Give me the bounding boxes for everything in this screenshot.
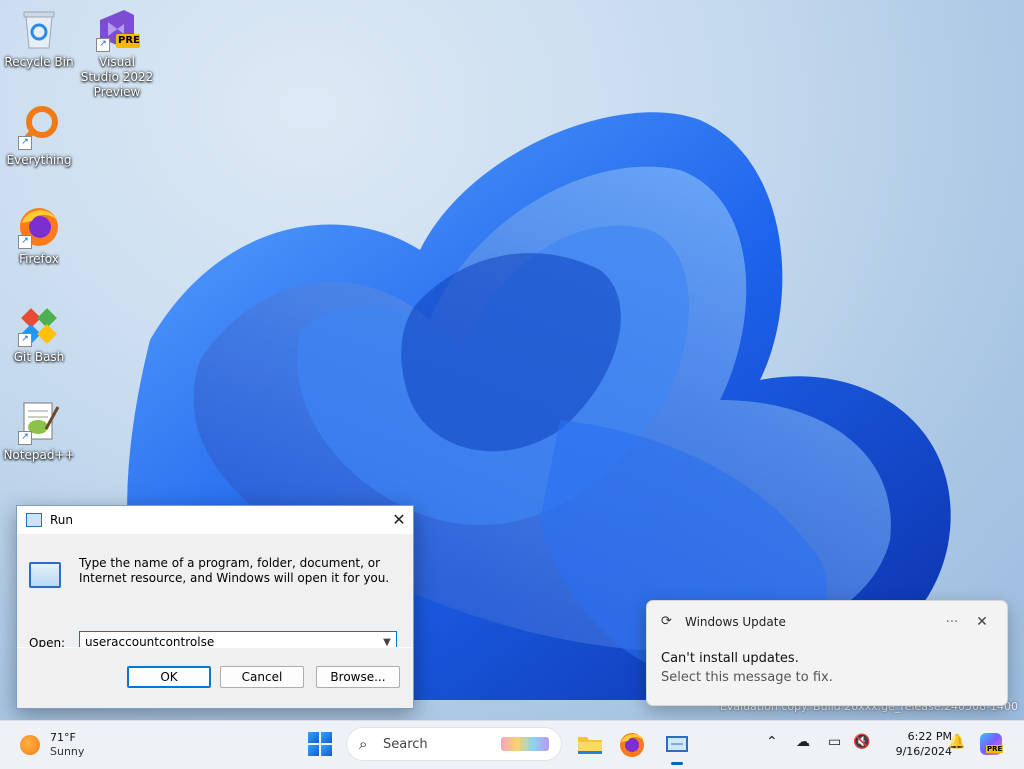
recycle-bin-icon — [16, 6, 62, 52]
desktop-icon-notepad-plus-plus[interactable]: ↗ Notepad++ — [1, 399, 77, 463]
taskbar-search[interactable]: ⌕ Search — [346, 727, 562, 761]
onedrive-offline-icon[interactable]: ☁ — [796, 734, 810, 750]
shortcut-arrow-icon: ↗ — [18, 235, 32, 249]
start-button[interactable] — [308, 732, 332, 756]
run-icon — [666, 736, 688, 752]
ok-button[interactable]: OK — [127, 666, 211, 688]
file-explorer-taskbar-button[interactable] — [575, 729, 605, 759]
desktop-icon-visual-studio[interactable]: PRE ↗ Visual Studio 2022 Preview — [79, 6, 155, 100]
copilot-pre-badge: PRE — [986, 745, 1004, 753]
desktop-icon-git-bash[interactable]: ↗ Git Bash — [1, 301, 77, 365]
firefox-taskbar-button[interactable] — [617, 729, 647, 759]
shortcut-arrow-icon: ↗ — [18, 431, 32, 445]
pre-badge: PRE — [118, 35, 140, 46]
windows-logo-tile — [321, 732, 332, 743]
desktop-icon-label: Firefox — [19, 252, 59, 266]
desktop-icon-recycle-bin[interactable]: Recycle Bin — [1, 6, 77, 70]
weather-condition: Sunny — [50, 745, 85, 758]
run-dialog[interactable]: Run ✕ Type the name of a program, folder… — [16, 505, 414, 709]
git-bash-icon: ↗ — [16, 301, 62, 347]
windows-logo-tile — [308, 732, 319, 743]
chevron-down-icon[interactable]: ▼ — [378, 637, 396, 648]
search-highlight-icon — [501, 737, 549, 751]
network-icon[interactable]: ▭ — [828, 734, 841, 750]
toast-close-button[interactable]: ✕ — [967, 614, 997, 630]
run-icon — [26, 513, 42, 527]
chevron-up-icon[interactable]: ⌃ — [766, 734, 778, 750]
desktop-icon-label: Recycle Bin — [4, 55, 74, 69]
windows-update-notification[interactable]: ⟳ Windows Update ··· ✕ Can't install upd… — [646, 600, 1008, 706]
windows-logo-tile — [308, 745, 319, 756]
run-titlebar[interactable]: Run ✕ — [17, 506, 413, 534]
weather-widget[interactable]: 71°F Sunny — [20, 731, 84, 759]
toast-app-name: Windows Update — [685, 615, 786, 629]
windows-logo-tile — [321, 745, 332, 756]
run-body: Type the name of a program, folder, docu… — [17, 534, 413, 708]
close-button[interactable]: ✕ — [385, 506, 413, 534]
everything-search-icon: ↗ — [16, 104, 62, 150]
firefox-icon: ↗ — [16, 203, 62, 249]
notepad-plus-plus-icon: ↗ — [16, 399, 62, 445]
sun-icon — [20, 735, 40, 755]
desktop-icon-everything[interactable]: ↗ Everything — [1, 104, 77, 168]
search-icon: ⌕ — [359, 735, 368, 753]
run-program-icon — [29, 562, 61, 588]
desktop-icon-label: Git Bash — [13, 350, 65, 364]
browse-button[interactable]: Browse... — [316, 666, 400, 688]
desktop-icon-firefox[interactable]: ↗ Firefox — [1, 203, 77, 267]
run-taskbar-button[interactable] — [662, 729, 692, 765]
clock-date: 9/16/2024 — [895, 745, 952, 758]
desktop-icon-label: Visual Studio 2022 Preview — [80, 55, 154, 99]
cancel-button[interactable]: Cancel — [220, 666, 304, 688]
desktop-icon-label: Everything — [6, 153, 72, 167]
shortcut-arrow-icon: ↗ — [18, 136, 32, 150]
folder-icon — [578, 737, 602, 754]
visual-studio-icon: PRE ↗ — [94, 6, 140, 52]
clock-time: 6:22 PM — [907, 730, 952, 743]
more-options-button[interactable]: ··· — [937, 615, 967, 630]
search-placeholder: Search — [383, 736, 428, 752]
taskbar: 71°F Sunny ⌕ Search ⌃ ☁ ▭ 🔇 6:22 PM 9/16… — [0, 720, 1024, 769]
run-title: Run — [50, 513, 74, 527]
run-description: Type the name of a program, folder, docu… — [79, 556, 390, 585]
sync-icon: ⟳ — [661, 614, 672, 629]
toast-submessage: Select this message to fix. — [661, 670, 833, 685]
shortcut-arrow-icon: ↗ — [18, 333, 32, 347]
volume-muted-icon[interactable]: 🔇 — [853, 734, 870, 750]
notification-bell-icon[interactable]: 🔔 — [948, 734, 965, 750]
taskbar-clock[interactable]: 6:22 PM 9/16/2024 — [872, 729, 952, 759]
copilot-icon[interactable]: PRE — [980, 733, 1004, 755]
shortcut-arrow-icon: ↗ — [96, 38, 110, 52]
toast-header: ⟳ Windows Update ··· ✕ — [661, 613, 997, 631]
desktop-icon-label: Notepad++ — [3, 448, 75, 462]
run-footer: OK Cancel Browse... — [17, 647, 413, 708]
toast-message: Can't install updates. — [661, 651, 799, 666]
firefox-icon — [620, 733, 644, 757]
weather-temp: 71°F — [50, 731, 76, 744]
